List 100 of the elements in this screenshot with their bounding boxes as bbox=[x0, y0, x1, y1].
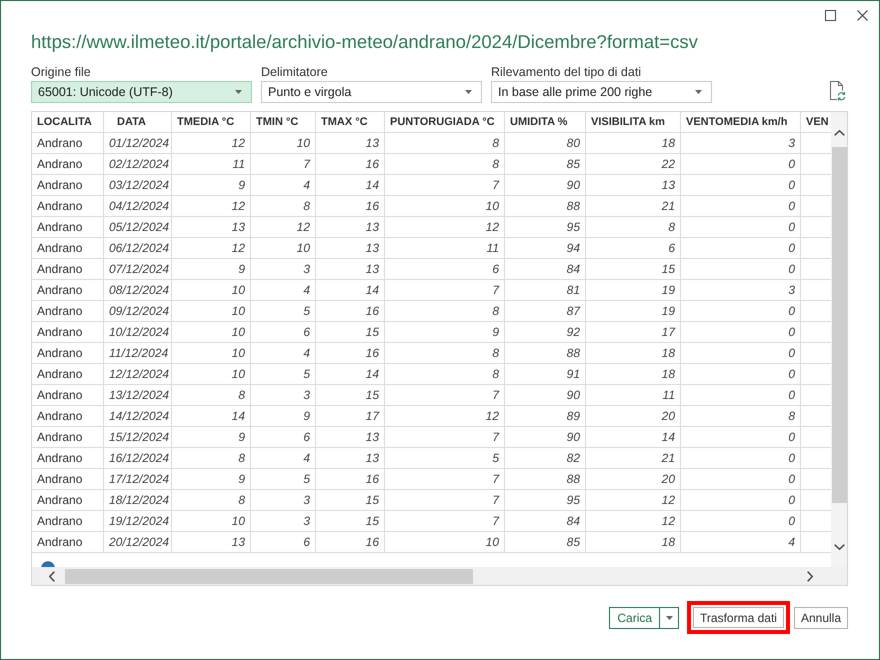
caret-button[interactable] bbox=[660, 606, 680, 628]
table-cell: 8 bbox=[172, 385, 251, 405]
action-button[interactable]: Annulla bbox=[794, 606, 848, 628]
table-cell: Andrano bbox=[32, 154, 104, 174]
table-cell: 16/12/2024 bbox=[104, 448, 172, 468]
table-cell: 19/12/2024 bbox=[104, 511, 172, 531]
table-cell: 82 bbox=[505, 448, 586, 468]
table-cell: 6 bbox=[251, 322, 316, 342]
caret-icon bbox=[235, 90, 242, 94]
table-cell: 15 bbox=[316, 490, 385, 510]
chevron-left-icon[interactable] bbox=[49, 570, 55, 582]
action-button[interactable]: Carica bbox=[609, 606, 660, 628]
table-cell: Andrano bbox=[32, 364, 104, 384]
table-cell: 8 bbox=[385, 133, 505, 153]
caret-icon bbox=[666, 616, 673, 620]
table-cell: 4 bbox=[251, 280, 316, 300]
table-cell: 12 bbox=[172, 238, 251, 258]
table-cell: 3 bbox=[681, 133, 801, 153]
table-cell: 17 bbox=[316, 406, 385, 426]
table-cell: 03/12/2024 bbox=[104, 175, 172, 195]
chevron-down-icon[interactable] bbox=[834, 544, 844, 550]
table-cell: Andrano bbox=[32, 280, 104, 300]
table-cell: 9 bbox=[172, 259, 251, 279]
table-cell: 7 bbox=[385, 280, 505, 300]
table-cell: Andrano bbox=[32, 301, 104, 321]
table-cell: 7 bbox=[385, 175, 505, 195]
table-cell: 10 bbox=[172, 280, 251, 300]
table-cell: 13 bbox=[316, 238, 385, 258]
table-cell: 13 bbox=[172, 217, 251, 237]
scrollbar-thumb[interactable] bbox=[65, 568, 473, 584]
table-cell: 13 bbox=[586, 175, 681, 195]
table-cell: 12 bbox=[251, 217, 316, 237]
scrollbar-thumb[interactable] bbox=[832, 147, 846, 503]
table-cell: 8 bbox=[385, 154, 505, 174]
table-cell: 22 bbox=[586, 154, 681, 174]
table-cell: 0 bbox=[681, 364, 801, 384]
table-cell: 10 bbox=[172, 322, 251, 342]
table-cell: 16 bbox=[316, 532, 385, 552]
dropdown[interactable]: 65001: Unicode (UTF-8) bbox=[31, 81, 252, 103]
action-button[interactable]: Trasforma dati bbox=[693, 607, 784, 628]
table-cell: 0 bbox=[681, 511, 801, 531]
table-cell: 6 bbox=[251, 532, 316, 552]
table-cell: 5 bbox=[251, 301, 316, 321]
table-cell: 95 bbox=[505, 490, 586, 510]
table-cell: 8 bbox=[385, 343, 505, 363]
table-cell: 90 bbox=[505, 175, 586, 195]
table-cell: 10 bbox=[385, 532, 505, 552]
table-cell: 09/12/2024 bbox=[104, 301, 172, 321]
table-cell: 8 bbox=[385, 364, 505, 384]
table-cell: 16 bbox=[316, 469, 385, 489]
table-cell: 80 bbox=[505, 133, 586, 153]
table-cell: 0 bbox=[681, 385, 801, 405]
table-cell: 6 bbox=[586, 238, 681, 258]
table-cell: 88 bbox=[505, 196, 586, 216]
table-cell: Andrano bbox=[32, 448, 104, 468]
table-cell: Andrano bbox=[32, 196, 104, 216]
table-cell: 8 bbox=[681, 406, 801, 426]
column-header: PUNTORUGIADA °C bbox=[385, 112, 505, 132]
table-cell: 9 bbox=[172, 469, 251, 489]
table-cell: 8 bbox=[251, 196, 316, 216]
refresh-file-icon[interactable] bbox=[829, 81, 846, 101]
table-cell: 8 bbox=[586, 217, 681, 237]
table-cell: 10/12/2024 bbox=[104, 322, 172, 342]
table-cell: 19 bbox=[586, 301, 681, 321]
table-cell: 10 bbox=[172, 343, 251, 363]
table-cell: 90 bbox=[505, 385, 586, 405]
table-cell: 7 bbox=[385, 469, 505, 489]
table-cell: 14 bbox=[172, 406, 251, 426]
table-cell: 4 bbox=[251, 175, 316, 195]
vertical-scrollbar[interactable] bbox=[831, 112, 847, 567]
table-cell: 7 bbox=[385, 511, 505, 531]
chevron-right-icon[interactable] bbox=[807, 570, 813, 582]
chevron-up-icon[interactable] bbox=[834, 130, 844, 136]
table-cell: 85 bbox=[505, 532, 586, 552]
column-header: TMAX °C bbox=[316, 112, 385, 132]
table-cell: Andrano bbox=[32, 469, 104, 489]
table-cell: 0 bbox=[681, 343, 801, 363]
horizontal-scrollbar[interactable] bbox=[32, 567, 847, 585]
column-header: TMIN °C bbox=[251, 112, 316, 132]
column-header: LOCALITA bbox=[32, 112, 104, 132]
table-cell: 4 bbox=[251, 448, 316, 468]
table-cell: 0 bbox=[681, 217, 801, 237]
source-url: https://www.ilmeteo.it/portale/archivio-meteo/andrano/2024/Dicembre?format=csv bbox=[31, 30, 698, 54]
table-cell: 06/12/2024 bbox=[104, 238, 172, 258]
dropdown[interactable]: Punto e virgola bbox=[261, 81, 482, 103]
dropdown[interactable]: In base alle prime 200 righe bbox=[491, 81, 712, 103]
maximize-icon[interactable] bbox=[825, 10, 836, 20]
table-cell: 84 bbox=[505, 259, 586, 279]
table-cell: 12 bbox=[586, 490, 681, 510]
table-cell: 9 bbox=[172, 427, 251, 447]
table-cell: 6 bbox=[385, 259, 505, 279]
table-cell: 7 bbox=[251, 154, 316, 174]
table-cell: 88 bbox=[505, 469, 586, 489]
table-cell: 15 bbox=[586, 259, 681, 279]
table-cell: 15/12/2024 bbox=[104, 427, 172, 447]
table-cell: Andrano bbox=[32, 511, 104, 531]
table-cell: 21 bbox=[586, 196, 681, 216]
table-cell: 11 bbox=[172, 154, 251, 174]
table-cell: 9 bbox=[172, 175, 251, 195]
close-icon[interactable] bbox=[857, 10, 868, 20]
